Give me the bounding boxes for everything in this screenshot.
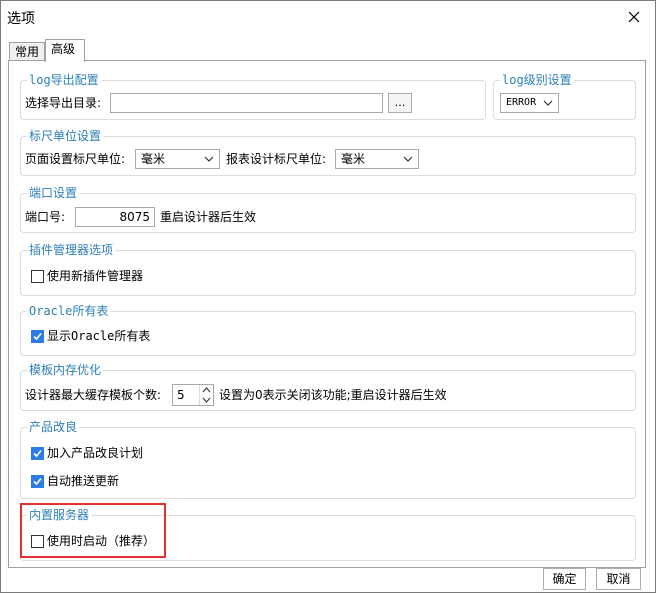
close-icon bbox=[628, 11, 640, 23]
log-level-value: ERROR bbox=[506, 97, 537, 108]
chevron-down-icon bbox=[540, 95, 556, 111]
template-mem-label: 设计器最大缓存模板个数: bbox=[25, 388, 162, 402]
port-group: 端口设置 端口号: 8075 重启设计器后生效 bbox=[20, 185, 636, 233]
ruler-title: 标尺单位设置 bbox=[27, 128, 104, 144]
ruler-group: 标尺单位设置 页面设置标尺单位: 毫米 报表设计标尺单位: 毫米 bbox=[20, 128, 636, 176]
oracle-checkbox-label: 显示Oracle所有表 bbox=[47, 329, 151, 343]
chevron-up-icon[interactable] bbox=[202, 387, 211, 393]
title-bar: 选项 bbox=[1, 1, 655, 33]
auto-push-checkbox[interactable] bbox=[31, 475, 44, 488]
close-button[interactable] bbox=[619, 3, 649, 31]
port-note: 重启设计器后生效 bbox=[160, 210, 257, 224]
report-ruler-select[interactable]: 毫米 bbox=[335, 149, 419, 169]
chevron-down-icon bbox=[201, 151, 217, 167]
log-export-title: log导出配置 bbox=[27, 72, 101, 88]
template-count-spinner[interactable]: 5 bbox=[172, 384, 214, 406]
join-improve-label: 加入产品改良计划 bbox=[47, 446, 144, 460]
template-mem-note: 设置为0表示关闭该功能;重启设计器后生效 bbox=[219, 388, 447, 402]
export-dir-input[interactable] bbox=[110, 93, 383, 113]
plugin-checkbox[interactable] bbox=[31, 270, 44, 283]
oracle-group: Oracle所有表 显示Oracle所有表 bbox=[20, 303, 636, 356]
plugin-checkbox-label: 使用新插件管理器 bbox=[47, 269, 144, 283]
ok-button[interactable]: 确定 bbox=[543, 568, 586, 590]
plugin-group: 插件管理器选项 使用新插件管理器 bbox=[20, 242, 636, 296]
auto-push-label: 自动推送更新 bbox=[47, 474, 120, 488]
page-ruler-label: 页面设置标尺单位: bbox=[25, 152, 126, 166]
cancel-button[interactable]: 取消 bbox=[596, 568, 641, 590]
page-ruler-select[interactable]: 毫米 bbox=[135, 149, 220, 169]
chevron-down-icon[interactable] bbox=[202, 397, 211, 403]
tab-general[interactable]: 常用 bbox=[9, 42, 45, 61]
tab-advanced[interactable]: 高级 bbox=[45, 39, 85, 62]
report-ruler-label: 报表设计标尺单位: bbox=[226, 152, 327, 166]
export-dir-label: 选择导出目录: bbox=[25, 96, 102, 110]
improve-title: 产品改良 bbox=[27, 419, 80, 435]
template-mem-title: 模板内存优化 bbox=[27, 362, 104, 378]
log-level-select[interactable]: ERROR bbox=[500, 93, 559, 113]
page-ruler-value: 毫米 bbox=[141, 152, 166, 166]
oracle-title: Oracle所有表 bbox=[27, 303, 111, 319]
port-value: 8075 bbox=[119, 210, 150, 224]
highlight-box bbox=[20, 503, 166, 558]
log-export-group: log导出配置 选择导出目录: ... bbox=[20, 72, 486, 120]
port-label: 端口号: bbox=[25, 210, 66, 224]
improve-group: 产品改良 加入产品改良计划 自动推送更新 bbox=[20, 419, 636, 499]
port-input[interactable]: 8075 bbox=[75, 207, 155, 227]
template-count-value: 5 bbox=[177, 388, 185, 402]
chevron-down-icon bbox=[400, 151, 416, 167]
report-ruler-value: 毫米 bbox=[341, 152, 366, 166]
join-improve-checkbox[interactable] bbox=[31, 447, 44, 460]
browse-button[interactable]: ... bbox=[388, 93, 412, 113]
template-mem-group: 模板内存优化 设计器最大缓存模板个数: 5 设置为0表示关闭该功能;重启设计器后… bbox=[20, 362, 636, 411]
log-level-group: log级别设置 ERROR bbox=[493, 72, 636, 120]
port-title: 端口设置 bbox=[27, 185, 80, 201]
plugin-title: 插件管理器选项 bbox=[27, 242, 116, 258]
oracle-checkbox[interactable] bbox=[31, 330, 44, 343]
log-level-title: log级别设置 bbox=[500, 72, 574, 88]
advanced-panel: log导出配置 选择导出目录: ... log级别设置 ERROR 标尺单位设置… bbox=[8, 60, 646, 568]
dialog-title: 选项 bbox=[7, 11, 35, 27]
